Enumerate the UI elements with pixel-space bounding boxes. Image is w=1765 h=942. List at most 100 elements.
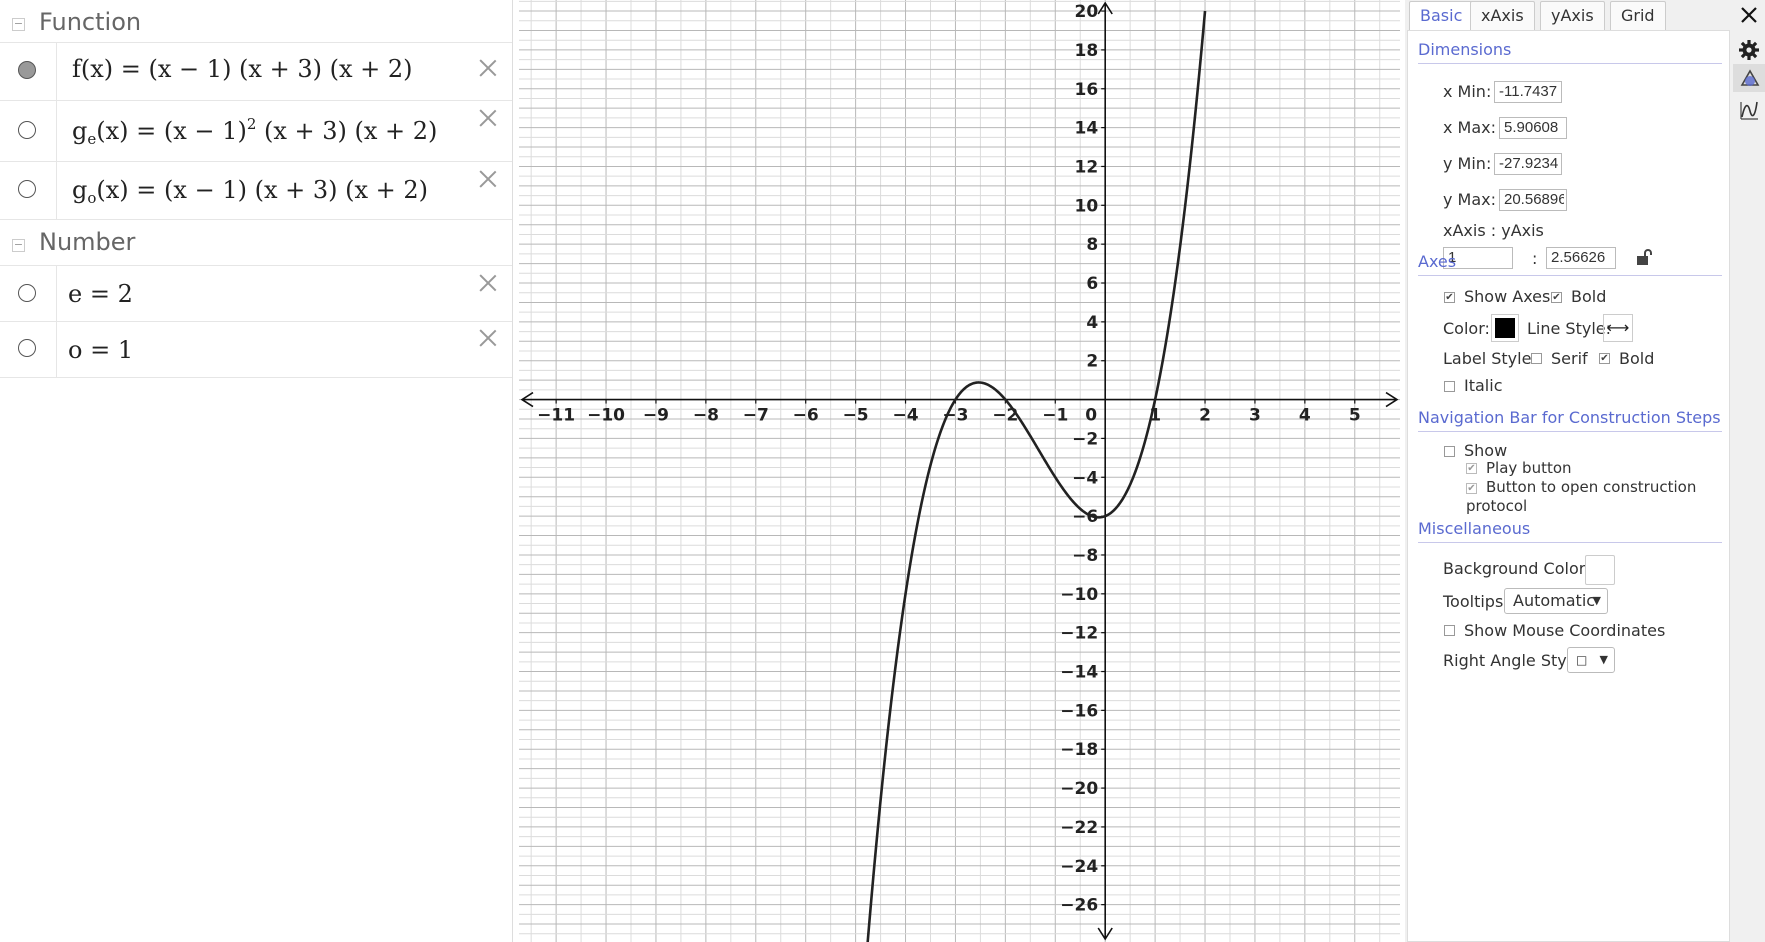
function-plot[interactable]: −11 −10 −9 −8 −7 −6 −5 −4 −3 −2 −1 0 1 2 3 4 5−26−24−22−… <box>519 0 1400 942</box>
function-name: f <box>72 55 81 83</box>
tab-xaxis[interactable]: xAxis <box>1470 1 1535 30</box>
y-tick-label: 6 <box>1086 274 1098 294</box>
x-tick-label: −9 <box>643 406 669 426</box>
label-bold-label: Bold <box>1619 349 1655 368</box>
visibility-toggle[interactable] <box>18 121 36 139</box>
axis-ratio-label: xAxis : yAxis <box>1443 221 1544 240</box>
delete-icon[interactable] <box>478 169 498 189</box>
function-rhs-a: (x − 1) <box>163 117 247 145</box>
algebra-view: − Function f(x) = (x − 1) (x + 3) (x + 2… <box>0 0 513 942</box>
line-style-label: Line Style: <box>1527 319 1612 338</box>
show-axes-checkbox[interactable]: ✔ <box>1444 292 1455 303</box>
label-bold-checkbox[interactable]: ✔ <box>1599 353 1610 364</box>
tooltips-dropdown[interactable]: Automatic ▼ <box>1504 588 1608 614</box>
x-tick-label: 3 <box>1249 406 1261 426</box>
algebra-item-o[interactable]: o = 1 <box>0 322 512 378</box>
mouse-coordinates-checkbox[interactable] <box>1444 625 1455 636</box>
protocol-button-label: Button to open construction <box>1486 478 1697 496</box>
ymin-field[interactable] <box>1494 153 1562 175</box>
tab-grid[interactable]: Grid <box>1610 1 1666 30</box>
x-tick-label: −8 <box>693 406 719 426</box>
mouse-coordinates-label: Show Mouse Coordinates <box>1464 621 1666 640</box>
function-args: (x) = <box>96 117 164 145</box>
dropdown-arrow-icon: ▼ <box>1599 653 1608 666</box>
y-tick-label: −18 <box>1060 740 1098 760</box>
x-tick-label: −10 <box>587 406 625 426</box>
group-title: Number <box>39 228 136 256</box>
x-tick-label: −2 <box>992 406 1018 426</box>
group-header-number[interactable]: − Number <box>0 220 512 266</box>
italic-checkbox[interactable] <box>1444 381 1455 392</box>
formula[interactable]: o = 1 <box>68 336 133 364</box>
algebra-item-go[interactable]: go(x) = (x − 1) (x + 3) (x + 2) <box>0 162 512 220</box>
line-style-button[interactable]: ⟷ <box>1603 314 1633 342</box>
visibility-toggle[interactable] <box>18 61 36 79</box>
graphics-view-tab[interactable] <box>1733 64 1765 92</box>
close-icon[interactable] <box>1738 4 1760 26</box>
tooltips-value: Automatic <box>1513 591 1596 610</box>
grid <box>519 0 1400 942</box>
y-tick-label: −10 <box>1060 585 1098 605</box>
formula[interactable]: go(x) = (x − 1) (x + 3) (x + 2) <box>72 176 428 207</box>
xmax-field[interactable] <box>1499 117 1567 139</box>
dropdown-arrow-icon: ▼ <box>1592 594 1601 607</box>
tab-yaxis[interactable]: yAxis <box>1540 1 1605 30</box>
axis-color-button[interactable] <box>1491 314 1519 342</box>
nav-show-checkbox[interactable] <box>1444 446 1455 457</box>
x-tick-label: 5 <box>1349 406 1361 426</box>
show-axes-label: Show Axes <box>1464 287 1551 306</box>
function-args: (x) = <box>96 176 165 204</box>
section-miscellaneous: Miscellaneous <box>1418 519 1722 543</box>
x-tick-label: −5 <box>843 406 869 426</box>
visibility-toggle[interactable] <box>18 284 36 302</box>
background-color-button[interactable] <box>1585 555 1615 585</box>
graphics-view[interactable]: −11 −10 −9 −8 −7 −6 −5 −4 −3 −2 −1 0 1 2 3 4 5 −26 −24 −22−… <box>519 0 1400 942</box>
visibility-toggle[interactable] <box>18 180 36 198</box>
y-tick-label: −8 <box>1072 546 1098 566</box>
function-rhs-b: (x + 3) (x + 2) <box>256 117 438 145</box>
y-tick-label: 2 <box>1086 352 1098 372</box>
gear-icon[interactable] <box>1738 39 1760 61</box>
label-style-label: Label Style: <box>1443 349 1537 368</box>
tab-basic[interactable]: Basic <box>1409 1 1474 30</box>
y-tick-label: 10 <box>1075 196 1099 216</box>
algebra-item-ge[interactable]: ge(x) = (x − 1)2 (x + 3) (x + 2) <box>0 101 512 162</box>
serif-checkbox[interactable] <box>1531 353 1542 364</box>
formula[interactable]: f(x) = (x − 1) (x + 3) (x + 2) <box>72 55 412 83</box>
function-name: g <box>72 176 88 204</box>
function-args: (x) = <box>80 55 149 83</box>
y-tick-label: −14 <box>1060 663 1098 683</box>
delete-icon[interactable] <box>478 108 498 128</box>
formula[interactable]: ge(x) = (x − 1)2 (x + 3) (x + 2) <box>72 115 437 148</box>
ymax-field[interactable] <box>1499 189 1567 211</box>
x-tick-label: 0 <box>1085 406 1097 426</box>
delete-icon[interactable] <box>478 328 498 348</box>
graphics-icon <box>1740 69 1760 86</box>
x-tick-label: −11 <box>537 406 575 426</box>
xmin-field[interactable] <box>1494 81 1562 103</box>
right-angle-dropdown[interactable]: □ ▼ <box>1567 647 1615 673</box>
formula[interactable]: e = 2 <box>68 280 133 308</box>
algebra-item-e[interactable]: e = 2 <box>0 266 512 322</box>
section-axes: Axes <box>1418 252 1722 276</box>
y-tick-label: 20 <box>1075 2 1099 22</box>
function-curve-icon[interactable] <box>1738 99 1760 121</box>
x-tick-label: −1 <box>1042 406 1068 426</box>
group-header-function[interactable]: − Function <box>0 0 512 43</box>
tooltips-label: Tooltips: <box>1443 592 1509 611</box>
axes-bold-checkbox[interactable]: ✔ <box>1551 292 1562 303</box>
properties-panel: Basic xAxis yAxis Grid Dimensions x Min:… <box>1405 0 1765 942</box>
x-tick-label: −7 <box>743 406 769 426</box>
collapse-icon[interactable]: − <box>12 18 25 31</box>
play-button-checkbox[interactable]: ✔ <box>1466 463 1477 474</box>
collapse-icon[interactable]: − <box>12 239 25 252</box>
visibility-toggle[interactable] <box>18 339 36 357</box>
color-label: Color: <box>1443 319 1490 338</box>
ymax-label: y Max: <box>1443 190 1497 209</box>
protocol-button-checkbox[interactable]: ✔ <box>1466 483 1477 494</box>
y-tick-label: −20 <box>1060 779 1098 799</box>
delete-icon[interactable] <box>478 58 498 78</box>
delete-icon[interactable] <box>478 273 498 293</box>
curves <box>866 10 1207 942</box>
algebra-item-f[interactable]: f(x) = (x − 1) (x + 3) (x + 2) <box>0 43 512 101</box>
